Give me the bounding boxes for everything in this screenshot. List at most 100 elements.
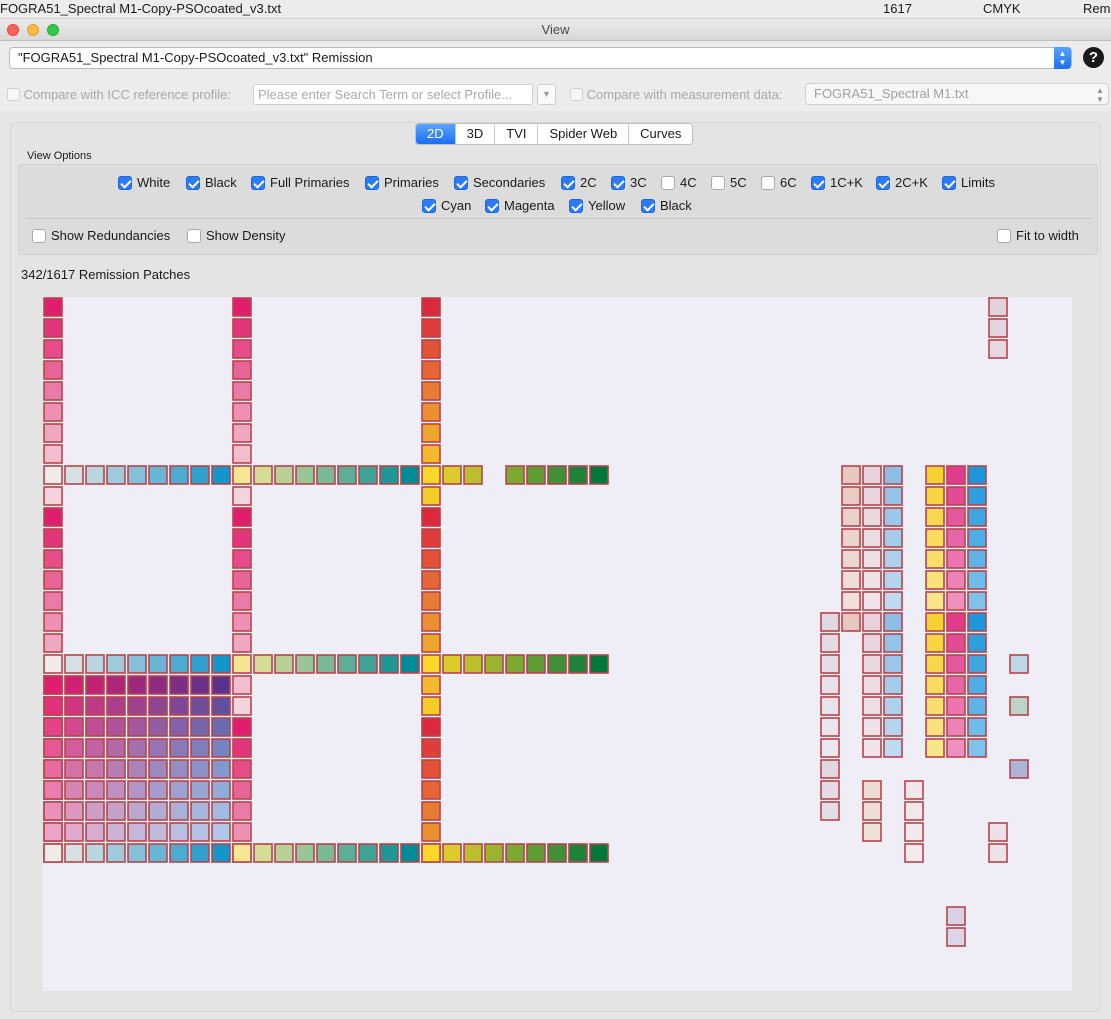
profile-select[interactable]: "FOGRA51_Spectral M1-Copy-PSOcoated_v3.t… [9,47,1072,69]
option-show-density[interactable]: Show Density [187,228,285,244]
tab-3d[interactable]: 3D [454,124,495,144]
option-cyan[interactable]: Cyan [422,198,471,214]
color-patch [379,465,399,485]
color-patch [421,297,441,317]
color-patch [127,843,147,863]
color-patch [148,465,168,485]
checkbox-checked-icon[interactable] [251,175,265,190]
color-patch [169,759,189,779]
checkbox-unchecked-icon[interactable] [661,175,675,190]
color-patch [589,465,609,485]
checkbox-unchecked-icon[interactable] [997,228,1011,243]
compare-icc-checkbox[interactable] [7,88,20,102]
patch-grid[interactable] [43,297,1072,991]
color-patch [232,675,252,695]
color-patch [232,738,252,758]
compare-measurement-checkbox[interactable] [570,88,583,102]
checkbox-checked-icon[interactable] [641,198,655,213]
color-patch [946,633,966,653]
close-window-button[interactable] [7,24,19,36]
chevron-down-icon[interactable]: ▼ [537,84,556,105]
checkbox-checked-icon[interactable] [118,175,132,190]
tab-tvi[interactable]: TVI [494,124,538,144]
checkbox-unchecked-icon[interactable] [761,175,775,190]
color-patch [820,612,840,632]
color-patch [190,675,210,695]
checkbox-checked-icon[interactable] [569,198,583,213]
checkbox-unchecked-icon[interactable] [711,175,725,190]
color-patch [337,654,357,674]
color-patch [43,444,63,464]
option-primaries[interactable]: Primaries [365,175,439,191]
checkbox-checked-icon[interactable] [611,175,625,190]
tab-2d[interactable]: 2D [416,124,455,144]
checkbox-checked-icon[interactable] [365,175,379,190]
color-patch [442,465,462,485]
checkbox-unchecked-icon[interactable] [32,228,46,243]
checkbox-unchecked-icon[interactable] [187,228,201,243]
option-3c[interactable]: 3C [611,175,647,191]
option-black-channel[interactable]: Black [641,198,692,214]
option-1c-k[interactable]: 1C+K [811,175,863,191]
option-black[interactable]: Black [186,175,237,191]
checkbox-checked-icon[interactable] [422,198,436,213]
color-patch [232,612,252,632]
compare-measurement-label: Compare with measurement data: [586,87,783,102]
profile-search-input[interactable]: Please enter Search Term or select Profi… [253,84,533,105]
checkbox-checked-icon[interactable] [876,175,890,190]
color-patch [190,801,210,821]
color-patch [358,843,378,863]
option-limits[interactable]: Limits [942,175,995,191]
color-patch [547,654,567,674]
color-patch [568,465,588,485]
option-full-primaries[interactable]: Full Primaries [251,175,349,191]
checkbox-checked-icon[interactable] [454,175,468,190]
color-patch [232,360,252,380]
color-patch [946,675,966,695]
color-patch [211,675,231,695]
option-magenta[interactable]: Magenta [485,198,555,214]
option-secondaries[interactable]: Secondaries [454,175,545,191]
color-patch [148,654,168,674]
color-patch [925,549,945,569]
color-patch [127,822,147,842]
color-patch [421,612,441,632]
option-2c[interactable]: 2C [561,175,597,191]
option-label: 2C+K [895,175,928,190]
compare-icc-row: Compare with ICC reference profile: [7,84,231,106]
color-patch [190,717,210,737]
color-patch [442,843,462,863]
color-patch [232,423,252,443]
help-button[interactable]: ? [1083,47,1104,68]
color-patch [820,696,840,716]
tab-spider-web[interactable]: Spider Web [537,124,629,144]
color-patch [421,591,441,611]
color-patch [43,549,63,569]
chevron-updown-icon[interactable]: ▲ ▼ [1054,47,1071,69]
checkbox-checked-icon[interactable] [561,175,575,190]
color-patch [148,717,168,737]
checkbox-checked-icon[interactable] [186,175,200,190]
option-white[interactable]: White [118,175,170,191]
color-patch [232,633,252,653]
checkbox-checked-icon[interactable] [485,198,499,213]
option-fit-to-width[interactable]: Fit to width [997,228,1079,244]
option-6c[interactable]: 6C [761,175,797,191]
menubar-count: 1617 [883,1,912,16]
color-patch [421,675,441,695]
option-yellow[interactable]: Yellow [569,198,625,214]
color-patch [820,675,840,695]
checkbox-checked-icon[interactable] [942,175,956,190]
option-5c[interactable]: 5C [711,175,747,191]
zoom-window-button[interactable] [47,24,59,36]
option-4c[interactable]: 4C [661,175,697,191]
option-show-redundancies[interactable]: Show Redundancies [32,228,170,244]
measurement-data-select[interactable]: FOGRA51_Spectral M1.txt ▲ ▼ [805,83,1109,105]
tab-curves[interactable]: Curves [628,124,693,144]
option-2c-k[interactable]: 2C+K [876,175,928,191]
color-patch [421,633,441,653]
color-patch [127,654,147,674]
checkbox-checked-icon[interactable] [811,175,825,190]
color-patch [232,507,252,527]
minimize-window-button[interactable] [27,24,39,36]
